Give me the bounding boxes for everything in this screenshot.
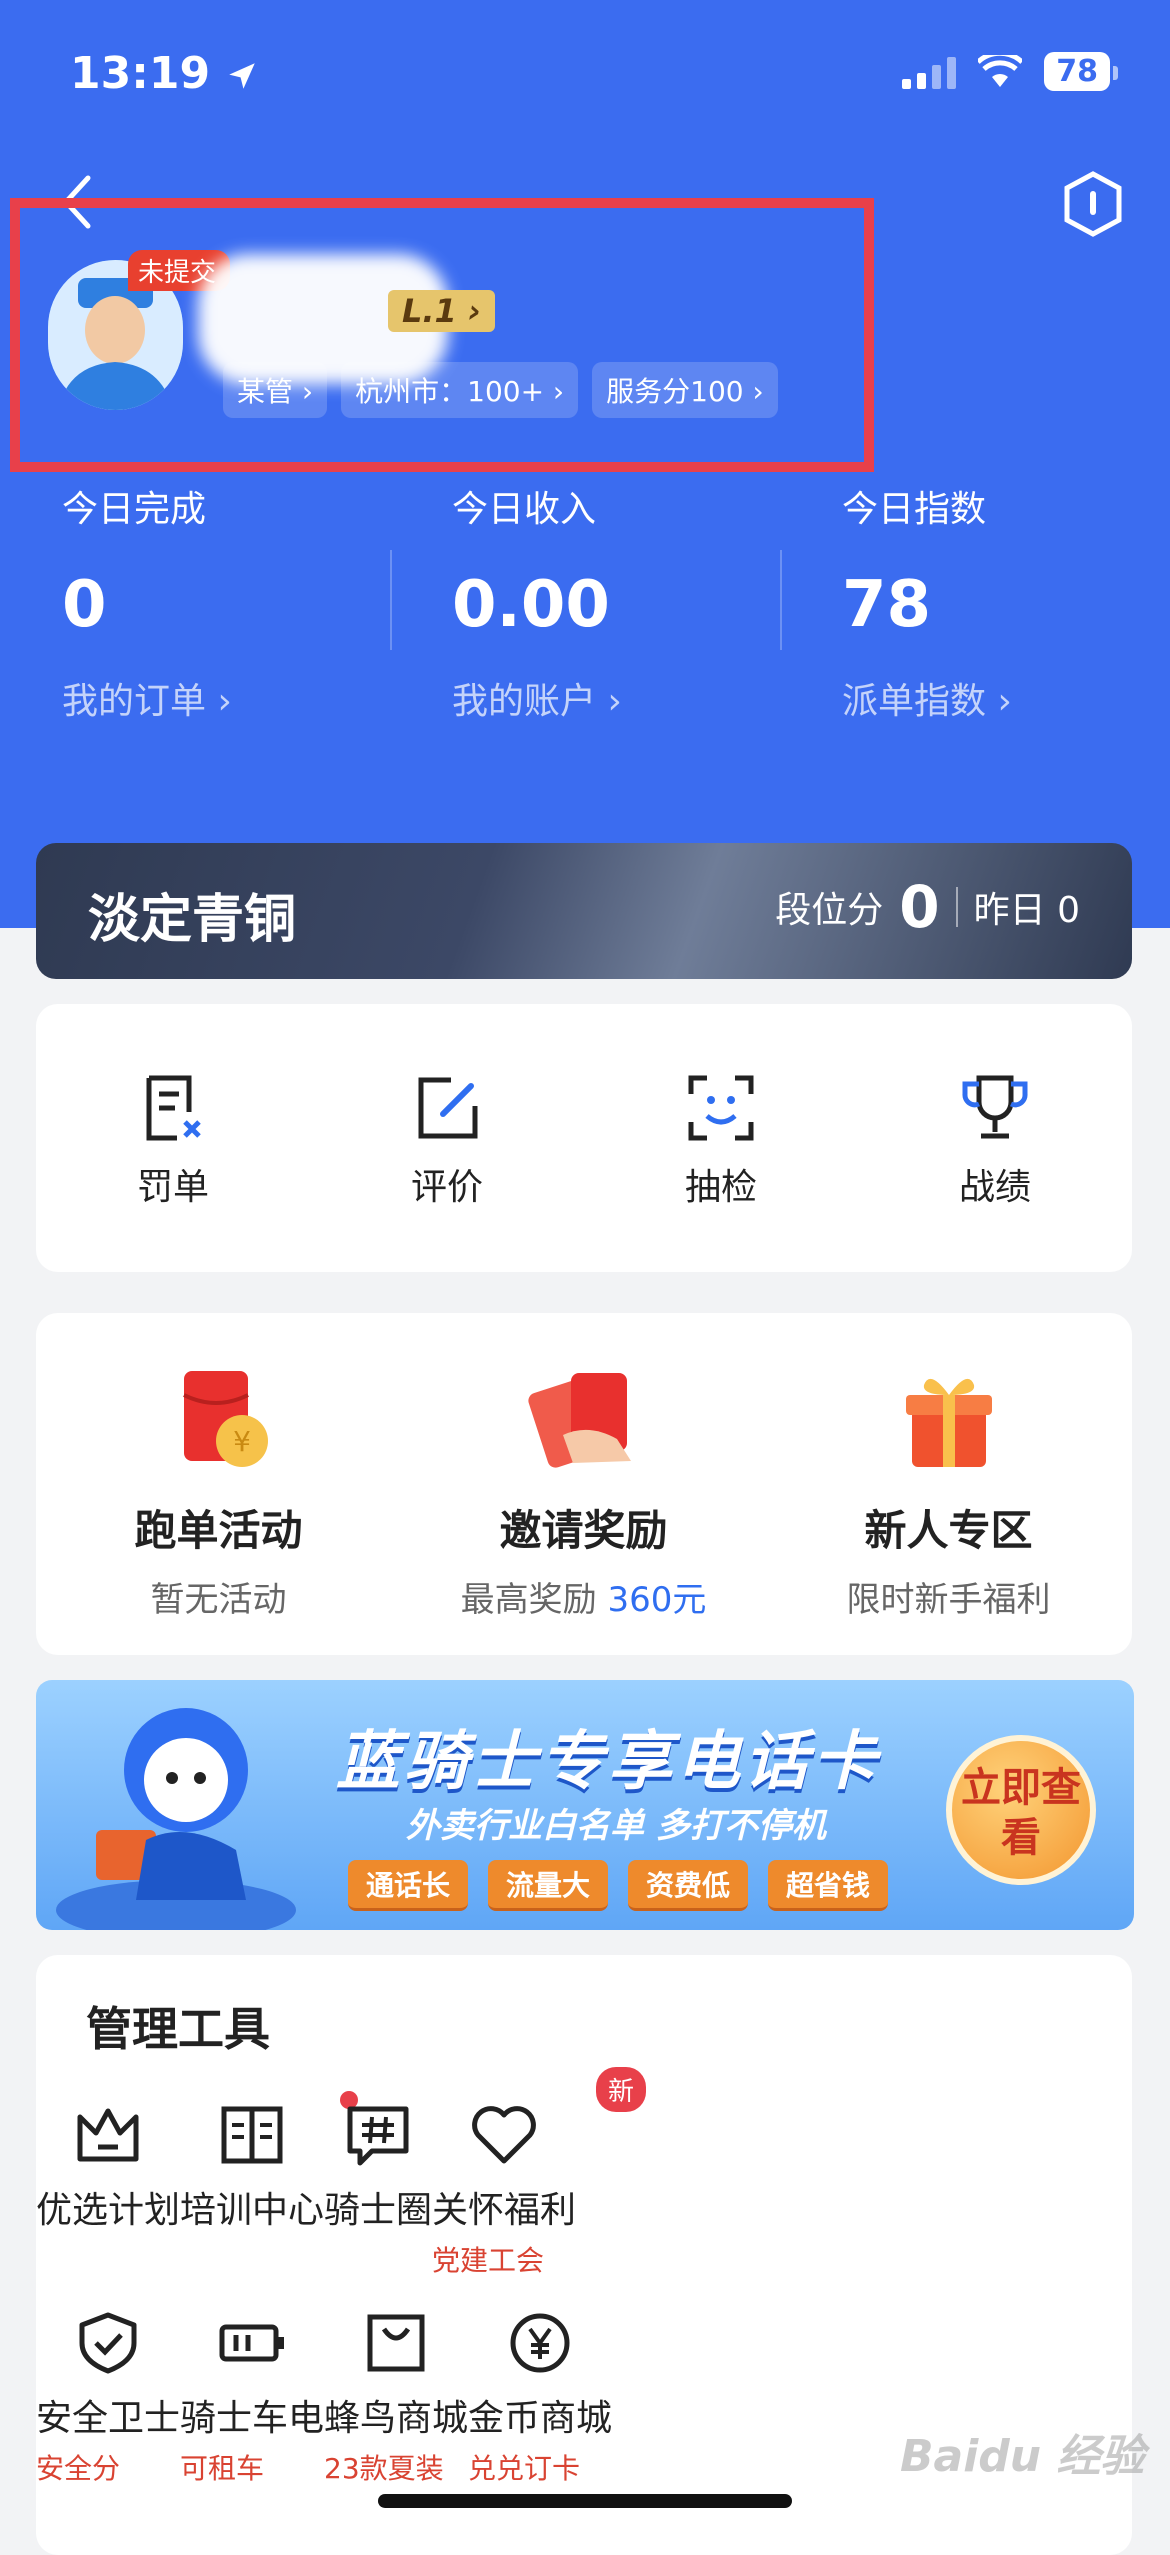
activity-invite[interactable]: 邀请奖励 最高奖励 360元 bbox=[401, 1365, 766, 1621]
battery-indicator: 78 bbox=[1044, 52, 1118, 91]
red-envelopes-hand-icon bbox=[527, 1373, 631, 1468]
banner-title: 蓝骑士专享电话卡 bbox=[336, 1725, 880, 1799]
quick-action-record[interactable]: 战绩 bbox=[858, 1072, 1132, 1210]
rank-score-label: 段位分 bbox=[775, 890, 884, 931]
banner-tag: 资费低 bbox=[628, 1860, 749, 1911]
stat-index[interactable]: 今日指数 78 派单指数 › bbox=[780, 480, 1170, 724]
tool-coin-mall[interactable]: 金币商城 兑兑订卡 bbox=[468, 2311, 612, 2487]
tools-title: 管理工具 bbox=[86, 2002, 270, 2056]
rider-mascot-icon bbox=[56, 1708, 296, 1930]
svg-text:¥: ¥ bbox=[233, 1425, 251, 1458]
quick-action-penalty[interactable]: 罚单 bbox=[36, 1072, 310, 1210]
battery-icon bbox=[219, 2324, 285, 2362]
status-bar: 13:19 78 bbox=[0, 0, 1170, 150]
scan-face-icon bbox=[688, 1075, 754, 1141]
yen-coin-icon bbox=[510, 2313, 570, 2373]
shield-check-icon bbox=[79, 2312, 137, 2374]
tool-fengniao-mall[interactable]: 蜂鸟商城 23款夏装 bbox=[324, 2311, 468, 2487]
rank-score: 0 bbox=[899, 873, 940, 941]
banner-tag: 流量大 bbox=[488, 1860, 609, 1911]
penalty-icon bbox=[146, 1075, 201, 1141]
banner-tag: 超省钱 bbox=[768, 1860, 889, 1911]
rank-divider bbox=[955, 887, 958, 927]
activities-card: ¥ 跑单活动 暂无活动 邀请奖励 最高奖励 360元 新人专区 限时新手福利 bbox=[36, 1313, 1132, 1655]
cellular-signal-icon bbox=[902, 55, 957, 89]
quick-action-review[interactable]: 评价 bbox=[310, 1072, 584, 1210]
banner-subtitle: 外卖行业白名单 多打不停机 bbox=[406, 1806, 826, 1846]
stat-completed[interactable]: 今日完成 0 我的订单 › bbox=[0, 480, 390, 724]
gift-box-icon bbox=[905, 1378, 992, 1467]
shopping-bag-icon bbox=[367, 2314, 425, 2372]
quick-action-inspection[interactable]: 抽检 bbox=[584, 1072, 858, 1210]
edit-icon bbox=[418, 1077, 478, 1139]
phone-card-banner[interactable]: 蓝骑士专享电话卡 外卖行业白名单 多打不停机 通话长 流量大 资费低 超省钱 立… bbox=[36, 1680, 1134, 1930]
stat-income[interactable]: 今日收入 0.00 我的账户 › bbox=[390, 480, 780, 724]
status-time: 13:19 bbox=[70, 48, 259, 99]
home-indicator bbox=[378, 2494, 792, 2508]
trophy-icon bbox=[962, 1075, 1028, 1139]
location-arrow-icon bbox=[229, 63, 256, 89]
banner-tag: 通话长 bbox=[348, 1860, 469, 1911]
heart-icon bbox=[472, 2106, 536, 2164]
daily-stats: 今日完成 0 我的订单 › 今日收入 0.00 我的账户 › 今日指数 78 派… bbox=[0, 480, 1170, 722]
rank-yesterday: 昨日 0 bbox=[973, 890, 1080, 931]
wifi-icon bbox=[978, 54, 1023, 87]
activity-running[interactable]: ¥ 跑单活动 暂无活动 bbox=[36, 1365, 401, 1621]
rank-card[interactable]: 淡定青铜 段位分 0 昨日 0 bbox=[36, 843, 1132, 979]
crown-icon bbox=[77, 2108, 139, 2162]
tool-rider-circle[interactable]: 骑士圈 bbox=[324, 2103, 432, 2279]
red-envelope-icon: ¥ bbox=[182, 1371, 268, 1467]
chat-hash-icon bbox=[347, 2106, 409, 2166]
quick-actions-card: 罚单 评价 抽检 战绩 bbox=[36, 1004, 1132, 1272]
rank-title: 淡定青铜 bbox=[88, 890, 297, 950]
tools-row: 优选计划 培训中心 骑士圈 新 关怀福利 党建工会 bbox=[36, 2067, 1132, 2279]
book-icon bbox=[221, 2106, 283, 2164]
tool-care-benefits[interactable]: 新 关怀福利 党建工会 bbox=[432, 2067, 647, 2279]
banner-view-button[interactable]: 立即查看 bbox=[946, 1735, 1096, 1885]
tool-safety-guard[interactable]: 安全卫士 安全分 bbox=[36, 2311, 180, 2487]
tool-premium-plan[interactable]: 优选计划 bbox=[36, 2103, 180, 2279]
tool-rider-ebike[interactable]: 骑士车电 可租车 bbox=[180, 2311, 324, 2487]
settings-hexagon-icon[interactable] bbox=[1062, 170, 1124, 238]
annotation-highlight-box bbox=[10, 198, 874, 472]
activity-newcomer[interactable]: 新人专区 限时新手福利 bbox=[766, 1365, 1131, 1621]
tool-training-center[interactable]: 培训中心 bbox=[180, 2091, 359, 2279]
watermark: Baidu 经验 bbox=[900, 2431, 1145, 2482]
new-badge: 新 bbox=[596, 2067, 647, 2112]
